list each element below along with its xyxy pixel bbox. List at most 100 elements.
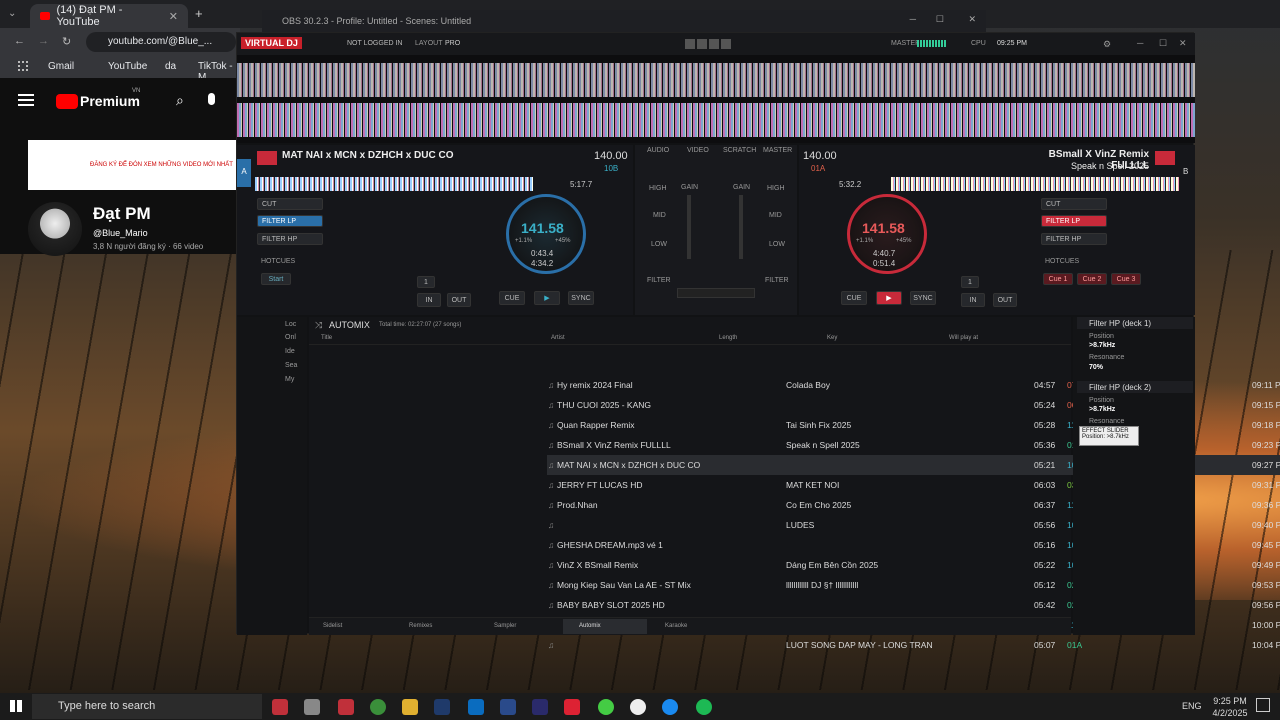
youtube-logo-icon[interactable] xyxy=(56,94,78,109)
rhythm-waveform[interactable] xyxy=(237,55,1195,143)
header-key[interactable]: Key xyxy=(827,335,837,341)
photoshop-taskbar-icon[interactable] xyxy=(434,699,450,715)
premiere-taskbar-icon[interactable] xyxy=(532,699,548,715)
obs-taskbar-icon[interactable] xyxy=(272,699,288,715)
volume-fader-b[interactable] xyxy=(739,195,743,259)
deck2-cue-button[interactable]: CUE xyxy=(841,291,867,305)
fx-deck1-title[interactable]: Filter HP (deck 1) xyxy=(1077,317,1193,329)
deck2-loop-size[interactable]: 1 xyxy=(961,276,979,288)
mic-icon[interactable] xyxy=(208,93,215,105)
deck2-overview-waveform[interactable] xyxy=(891,177,1179,191)
settings-icon[interactable]: ⚙ xyxy=(1103,39,1111,50)
deck1-fx3[interactable]: FILTER HP xyxy=(257,233,323,245)
vdj-close-icon[interactable]: ✕ xyxy=(1179,38,1187,49)
language-indicator[interactable]: ENG xyxy=(1182,701,1202,711)
header-play-at[interactable]: Will play at xyxy=(949,335,978,341)
mixer-tab-audio[interactable]: AUDIO xyxy=(647,147,669,154)
zalo-taskbar-icon[interactable] xyxy=(662,699,678,715)
taskbar-time[interactable]: 9:25 PM xyxy=(1208,696,1252,706)
back-icon[interactable]: ← xyxy=(14,35,25,47)
deck2-cue-1[interactable]: Cue 1 xyxy=(1043,273,1073,285)
deck1-loop-in[interactable]: IN xyxy=(417,293,441,307)
deck2-cue-2[interactable]: Cue 2 xyxy=(1077,273,1107,285)
vdj-minimize-icon[interactable]: ─ xyxy=(1137,38,1143,48)
app-taskbar-icon[interactable] xyxy=(304,699,320,715)
notifications-icon[interactable] xyxy=(1256,698,1270,712)
deck1-loop-size[interactable]: 1 xyxy=(417,276,435,288)
tab-automix[interactable]: Automix xyxy=(579,623,601,629)
deck1-play-button[interactable]: ▶ xyxy=(534,291,560,305)
search-icon[interactable]: ⌕ xyxy=(176,92,184,109)
bookmark-da[interactable]: da xyxy=(165,61,176,72)
tree-online[interactable]: Onl xyxy=(285,334,296,341)
deck-selector[interactable] xyxy=(685,39,731,49)
start-icon[interactable] xyxy=(10,700,22,712)
deck2-play-button[interactable]: ▶ xyxy=(876,291,902,305)
tree-local[interactable]: Loc xyxy=(285,321,296,328)
deck2-loop-in[interactable]: IN xyxy=(961,293,985,307)
deck2-fx3[interactable]: FILTER HP xyxy=(1041,233,1107,245)
tab-sidelist[interactable]: Sidelist xyxy=(323,623,342,629)
tab-remixes[interactable]: Remixes xyxy=(409,623,432,629)
close-tab-icon[interactable]: ✕ xyxy=(169,10,178,23)
mixer-tab-video[interactable]: VIDEO xyxy=(687,147,709,154)
deck1-fx1[interactable]: CUT xyxy=(257,198,323,210)
taskbar-search[interactable]: Type here to search xyxy=(32,694,262,719)
taskbar-date[interactable]: 4/2/2025 xyxy=(1208,708,1252,718)
reload-icon[interactable]: ↻ xyxy=(62,35,71,48)
menu-icon[interactable] xyxy=(18,94,34,106)
app2-taskbar-icon[interactable] xyxy=(564,699,580,715)
table-row[interactable]: ♫ LUOT SONG DAP MAY - LONG TRAN 05:07 01A 10… xyxy=(547,635,1280,655)
chrome-taskbar-icon[interactable] xyxy=(370,699,386,715)
tree-my[interactable]: My xyxy=(285,376,294,383)
deck1-fx2[interactable]: FILTER LP xyxy=(257,215,323,227)
deck1-cue-button[interactable]: CUE xyxy=(499,291,525,305)
deck2-fx2[interactable]: FILTER LP xyxy=(1041,215,1107,227)
mixer-tab-master[interactable]: MASTER xyxy=(763,147,792,154)
new-tab-button[interactable]: + xyxy=(195,6,203,21)
tab-search-icon[interactable]: ⌄ xyxy=(8,8,16,19)
deck2-sync-button[interactable]: SYNC xyxy=(910,291,936,305)
deck1-overview-waveform[interactable] xyxy=(255,177,533,191)
layout-select[interactable]: PRO xyxy=(445,40,460,47)
crossfader[interactable] xyxy=(677,288,755,298)
vdj-logo[interactable]: VIRTUAL DJ xyxy=(241,37,302,49)
spotify-taskbar-icon[interactable] xyxy=(696,699,712,715)
tooltip-line2: Position: >8.7kHz xyxy=(1082,434,1129,440)
explorer-taskbar-icon[interactable] xyxy=(402,699,418,715)
tree-search[interactable]: Sea xyxy=(285,362,297,369)
vdj-maximize-icon[interactable]: ☐ xyxy=(1159,38,1167,49)
forward-icon[interactable]: → xyxy=(38,35,49,47)
apps-icon[interactable] xyxy=(18,61,28,71)
header-title[interactable]: Title xyxy=(321,335,332,341)
tree-ideas[interactable]: Ide xyxy=(285,348,295,355)
vdj-taskbar-icon[interactable] xyxy=(338,699,354,715)
header-artist[interactable]: Artist xyxy=(551,335,565,341)
bookmark-gmail[interactable]: Gmail xyxy=(48,61,74,72)
deck2-loop-out[interactable]: OUT xyxy=(993,293,1017,307)
login-status[interactable]: NOT LOGGED IN xyxy=(347,40,403,47)
deck1-cue-start[interactable]: Start xyxy=(261,273,291,285)
minimize-icon[interactable]: ─ xyxy=(910,14,916,24)
deck2-fx1[interactable]: CUT xyxy=(1041,198,1107,210)
row-title: Hy remix 2024 Final xyxy=(557,380,633,390)
store-taskbar-icon[interactable] xyxy=(468,699,484,715)
volume-fader-a[interactable] xyxy=(687,195,691,259)
close-icon[interactable]: ✕ xyxy=(968,14,976,25)
audition-taskbar-icon[interactable] xyxy=(500,699,516,715)
header-length[interactable]: Length xyxy=(719,335,737,341)
fx-deck2-title[interactable]: Filter HP (deck 2) xyxy=(1077,381,1193,393)
maximize-icon[interactable]: ☐ xyxy=(936,14,944,25)
tab-karaoke[interactable]: Karaoke xyxy=(665,623,687,629)
app4-taskbar-icon[interactable] xyxy=(630,699,646,715)
address-input[interactable]: youtube.com/@Blue_... xyxy=(86,32,236,52)
app3-taskbar-icon[interactable] xyxy=(598,699,614,715)
bookmark-youtube[interactable]: YouTube xyxy=(108,61,147,72)
deck1-sync-button[interactable]: SYNC xyxy=(568,291,594,305)
tab-sampler[interactable]: Sampler xyxy=(494,623,516,629)
deck2-cue-3[interactable]: Cue 3 xyxy=(1111,273,1141,285)
deck1-loop-out[interactable]: OUT xyxy=(447,293,471,307)
browser-tab[interactable]: (14) Đạt PM - YouTube ✕ xyxy=(30,4,188,28)
channel-avatar[interactable] xyxy=(28,202,82,256)
mixer-tab-scratch[interactable]: SCRATCH xyxy=(723,147,756,154)
